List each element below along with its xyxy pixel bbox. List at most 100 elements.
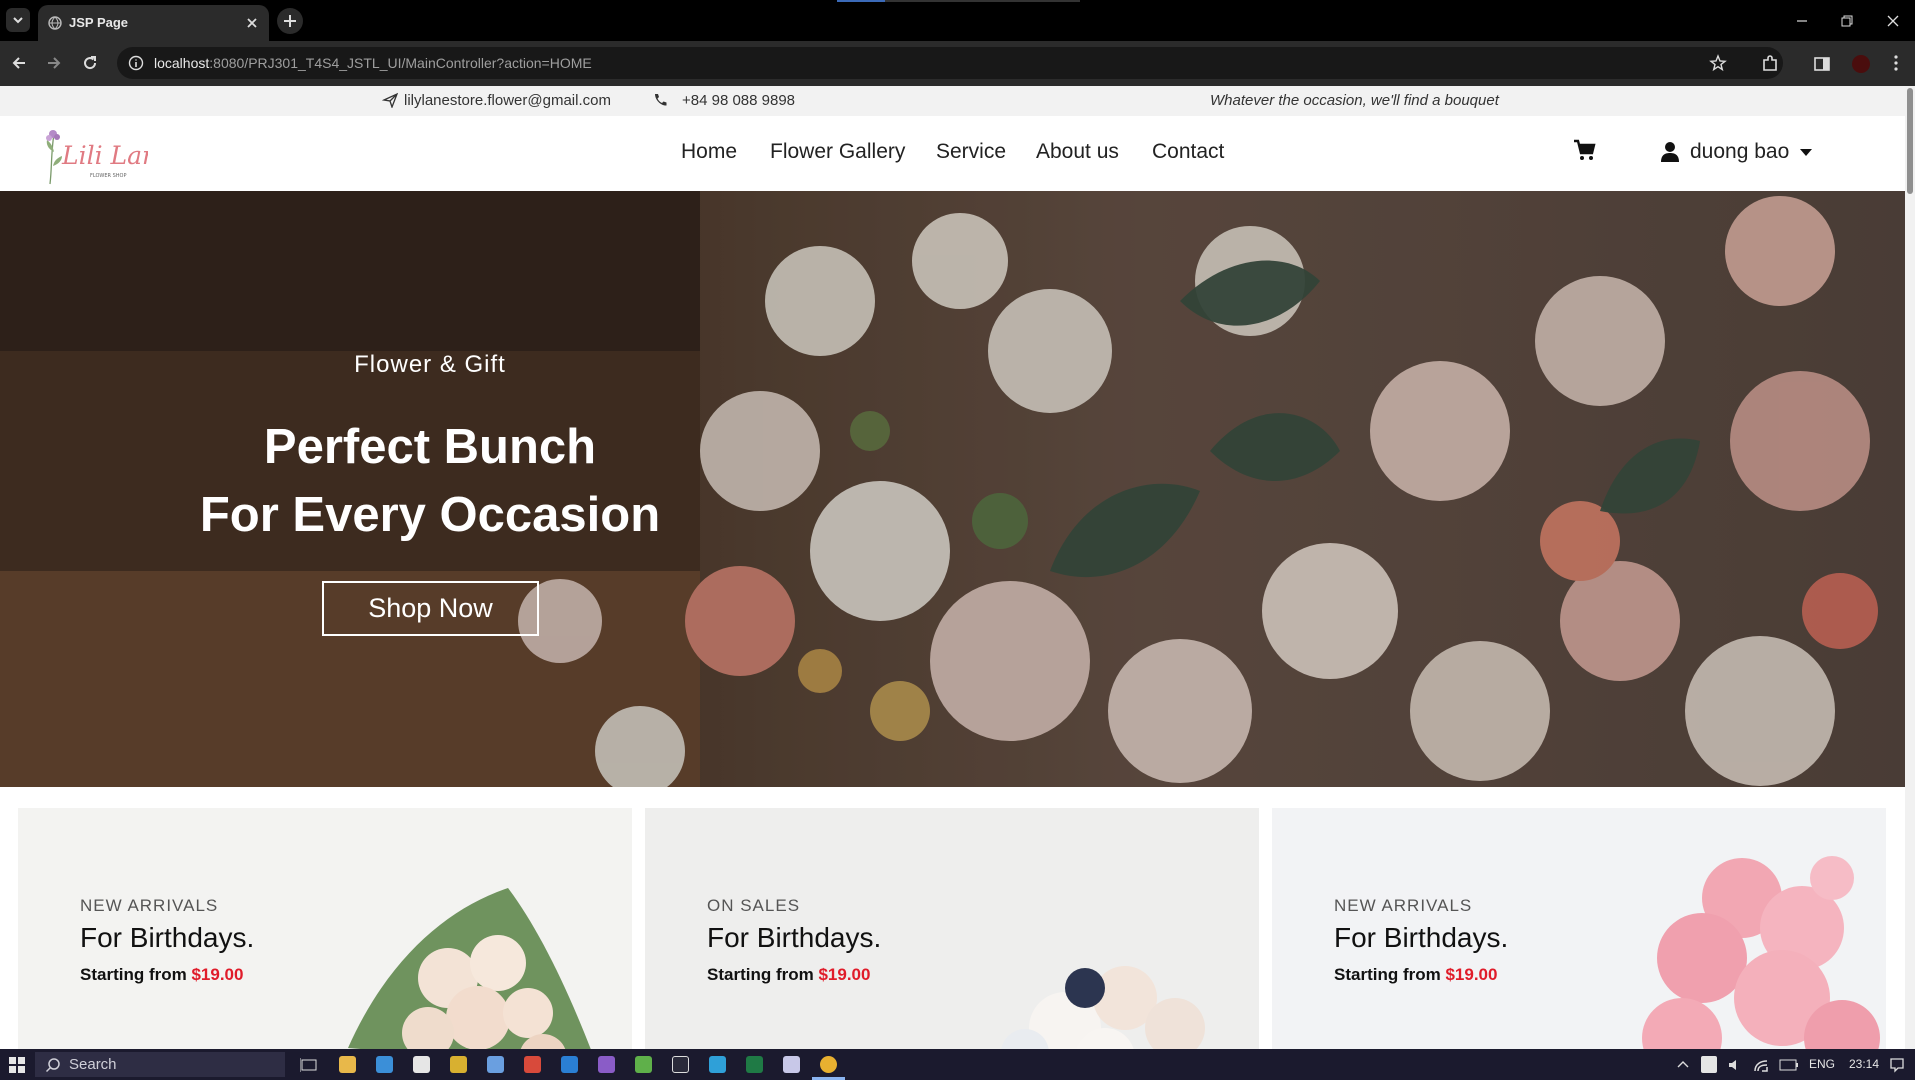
tab-strip-indicator (885, 0, 1080, 2)
menu-icon[interactable] (1886, 53, 1906, 73)
logo-text: Lili Lane (61, 141, 148, 170)
card-starting-label: Starting from (80, 965, 192, 984)
nav-contact[interactable]: Contact (1152, 140, 1224, 164)
taskbar: Search ENG 23:14 (0, 1049, 1915, 1080)
phone-icon (655, 94, 667, 106)
bouquet-image (1001, 966, 1205, 1049)
address-bar[interactable]: localhost:8080/PRJ301_T4S4_JSTL_UI/MainC… (117, 47, 1783, 79)
store-icon[interactable] (413, 1056, 430, 1073)
tab-dropdown-button[interactable] (6, 8, 30, 32)
card-title: For Birthdays. (707, 922, 882, 953)
email-info[interactable]: lilylanestore.flower@gmail.com (382, 92, 611, 109)
card-starting-price: Starting from $19.00 (1334, 965, 1497, 985)
back-icon[interactable] (9, 53, 29, 73)
vscode-icon[interactable] (561, 1056, 578, 1073)
hero-title-line2: For Every Occasion (199, 488, 661, 542)
scrollbar-thumb[interactable] (1907, 88, 1913, 194)
nav-flower-gallery[interactable]: Flower Gallery (770, 140, 905, 164)
visual-studio-icon[interactable] (598, 1056, 615, 1073)
new-tab-button[interactable] (277, 8, 303, 34)
excel-icon[interactable] (746, 1056, 763, 1073)
site-info-icon[interactable] (128, 55, 144, 71)
windows-start-icon[interactable] (9, 1057, 25, 1073)
battery-icon[interactable] (1779, 1058, 1799, 1072)
chrome-icon[interactable] (820, 1056, 837, 1073)
forward-icon[interactable] (44, 53, 64, 73)
mail-icon[interactable] (376, 1056, 393, 1073)
main-navbar: Lili Lane FLOWER SHOP Home Flower Galler… (0, 116, 1905, 191)
close-window-icon[interactable] (1882, 10, 1904, 32)
email-text: lilylanestore.flower@gmail.com (404, 92, 611, 109)
side-panel-icon[interactable] (1812, 54, 1832, 74)
shop-now-button[interactable]: Shop Now (322, 581, 539, 636)
card-starting-price: Starting from $19.00 (80, 965, 243, 985)
bouquet-image (1642, 856, 1880, 1049)
url-text[interactable]: localhost:8080/PRJ301_T4S4_JSTL_UI/MainC… (154, 55, 592, 71)
category-card[interactable]: ON SALES For Birthdays. Starting from $1… (645, 808, 1259, 1049)
browser-tab-bar: JSP Page (0, 0, 1915, 41)
tab-title: JSP Page (69, 15, 129, 30)
vpn-icon[interactable] (1701, 1056, 1717, 1073)
bouquet-image (348, 888, 591, 1049)
card-title: For Birthdays. (1334, 922, 1509, 953)
intellij-icon[interactable] (672, 1056, 689, 1073)
app-icon[interactable] (783, 1056, 800, 1073)
node-icon[interactable] (635, 1056, 652, 1073)
category-card[interactable]: NEW ARRIVALS For Birthdays. Starting fro… (1272, 808, 1886, 1049)
chevron-up-icon[interactable] (1677, 1059, 1689, 1069)
minimize-icon[interactable] (1791, 10, 1813, 32)
logo-image: Lili Lane FLOWER SHOP (46, 130, 148, 185)
app-icon[interactable] (450, 1056, 467, 1073)
phone-info[interactable]: +84 98 088 9898 (652, 92, 795, 109)
paper-plane-icon (382, 92, 398, 108)
card-price: $19.00 (1445, 965, 1498, 984)
speaker-icon[interactable] (1727, 1057, 1743, 1073)
nav-home[interactable]: Home (681, 140, 737, 164)
contact-topbar: lilylanestore.flower@gmail.com +84 98 08… (0, 86, 1905, 116)
category-card[interactable]: NEW ARRIVALS For Birthdays. Starting fro… (18, 808, 632, 1049)
url-path: :8080/PRJ301_T4S4_JSTL_UI/MainController… (209, 55, 592, 71)
page-scrollbar[interactable] (1905, 86, 1915, 1049)
card-title: For Birthdays. (80, 922, 255, 953)
hero-title-line1: Perfect Bunch (263, 420, 597, 474)
card-price: $19.00 (191, 965, 244, 984)
extensions-icon[interactable] (1760, 54, 1780, 74)
profile-icon[interactable] (1850, 53, 1872, 75)
taskbar-search[interactable]: Search (35, 1052, 285, 1077)
language-indicator[interactable]: ENG (1809, 1057, 1835, 1071)
app-icon[interactable] (487, 1056, 504, 1073)
chevron-down-icon (13, 17, 23, 24)
browser-tab[interactable]: JSP Page (38, 5, 269, 41)
hero-banner: Flower & Gift Perfect Bunch For Every Oc… (0, 191, 1905, 787)
card-label: NEW ARRIVALS (1334, 896, 1473, 915)
hero-title: Perfect Bunch For Every Occasion (0, 413, 860, 549)
edge-icon[interactable] (709, 1056, 726, 1073)
logo-subtext: FLOWER SHOP (90, 173, 126, 179)
close-icon[interactable] (243, 14, 261, 32)
tab-strip-indicator (837, 0, 885, 2)
star-icon[interactable] (1709, 54, 1727, 72)
cart-icon[interactable] (1573, 138, 1597, 162)
file-explorer-icon[interactable] (339, 1056, 356, 1073)
reload-icon[interactable] (80, 53, 100, 73)
card-starting-label: Starting from (707, 965, 819, 984)
user-icon (1661, 142, 1679, 162)
logo[interactable]: Lili Lane FLOWER SHOP (40, 122, 148, 188)
caret-down-icon (1800, 149, 1813, 156)
wifi-icon[interactable] (1753, 1057, 1771, 1073)
restore-icon[interactable] (1836, 10, 1858, 32)
clock-time[interactable]: 23:14 (1849, 1057, 1879, 1071)
plus-icon (284, 15, 296, 27)
search-icon (45, 1057, 60, 1072)
username: duong bao (1690, 140, 1790, 163)
task-view-icon[interactable] (300, 1057, 318, 1073)
notification-icon[interactable] (1889, 1057, 1905, 1073)
user-menu[interactable]: duong bao (1660, 138, 1813, 166)
browser-toolbar: localhost:8080/PRJ301_T4S4_JSTL_UI/MainC… (0, 41, 1915, 86)
nav-about-us[interactable]: About us (1036, 140, 1119, 164)
git-icon[interactable] (524, 1056, 541, 1073)
nav-service[interactable]: Service (936, 140, 1006, 164)
card-label: ON SALES (707, 896, 801, 915)
hero-subtitle: Flower & Gift (354, 351, 506, 378)
card-label: NEW ARRIVALS (80, 896, 219, 915)
